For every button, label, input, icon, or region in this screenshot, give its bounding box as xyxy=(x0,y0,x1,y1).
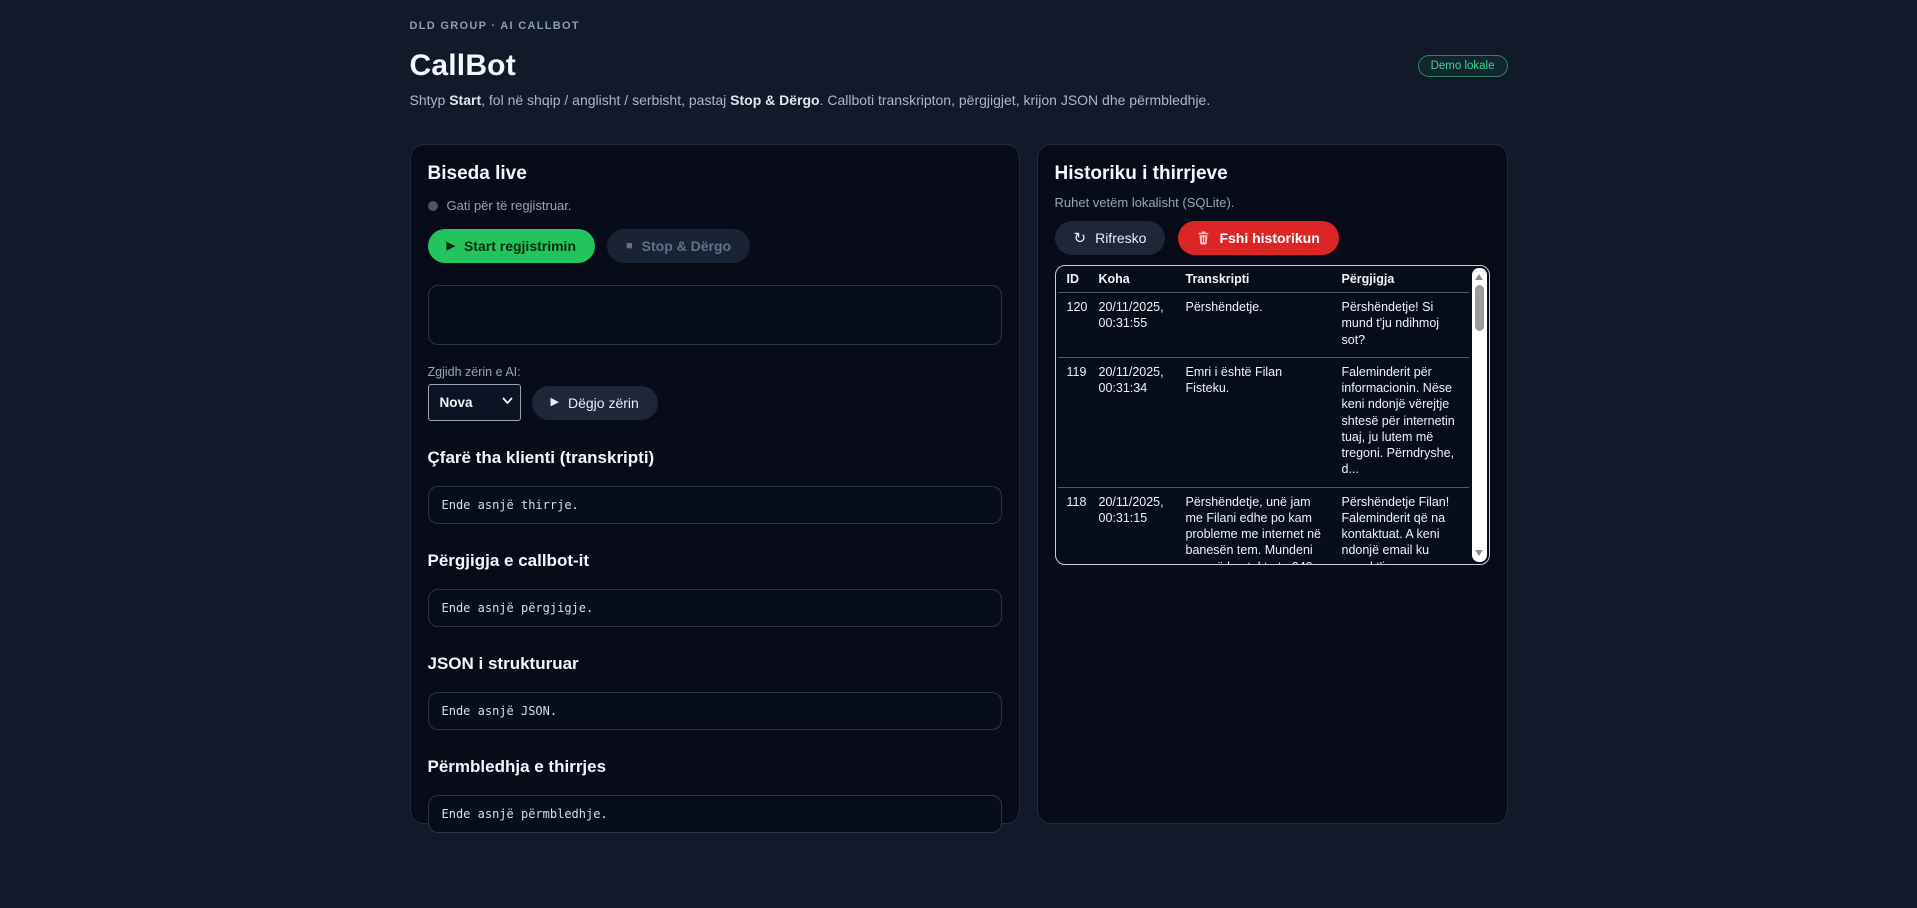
play-icon: ▶ xyxy=(447,241,455,252)
clear-history-button[interactable]: Fshi historikun xyxy=(1178,221,1338,255)
cell-response: Përshëndetje! Si mund t'ju ndihmoj sot? xyxy=(1336,293,1469,358)
history-heading: Historiku i thirrjeve xyxy=(1055,163,1490,185)
scrollbar-track[interactable] xyxy=(1472,268,1487,562)
history-table-body: 12020/11/2025, 00:31:55Përshëndetje.Përs… xyxy=(1058,293,1469,566)
cell-time: 20/11/2025, 00:31:15 xyxy=(1093,487,1180,565)
response-box: Ende asnjë përgjigje. xyxy=(428,589,1002,627)
start-recording-button[interactable]: ▶ Start regjistrimin xyxy=(428,229,596,263)
stop-send-button[interactable]: ■ Stop & Dërgo xyxy=(607,229,750,263)
transcript-heading: Çfarë tha klienti (transkripti) xyxy=(428,448,1002,468)
demo-badge: Demo lokale xyxy=(1418,55,1508,77)
cell-response: Përshëndetje Filan! Faleminderit që na k… xyxy=(1336,487,1469,565)
table-header-cell: ID xyxy=(1058,266,1093,293)
subtitle: Shtyp Start, fol në shqip / anglisht / s… xyxy=(410,92,1508,108)
listen-voice-label: Dëgjo zërin xyxy=(568,395,639,411)
stop-send-label: Stop & Dërgo xyxy=(642,238,731,254)
table-row: 11820/11/2025, 00:31:15Përshëndetje, unë… xyxy=(1058,487,1469,565)
live-panel: Biseda live Gati për të regjistruar. ▶ S… xyxy=(410,144,1020,824)
json-box: Ende asnjë JSON. xyxy=(428,692,1002,730)
subtitle-text: , fol në shqip / anglisht / serbisht, pa… xyxy=(481,92,730,108)
status-row: Gati për të regjistruar. xyxy=(428,198,1002,213)
subtitle-emphasis: Stop & Dërgo xyxy=(730,92,819,108)
history-button-row: ↻ Rifresko Fshi historikun xyxy=(1055,221,1490,255)
breadcrumb: DLD GROUP · AI CALLBOT xyxy=(410,20,1508,32)
voice-select-label: Zgjidh zërin e AI: xyxy=(428,365,1002,379)
summary-placeholder: Ende asnjë përmbledhje. xyxy=(442,807,608,821)
cell-time: 20/11/2025, 00:31:34 xyxy=(1093,357,1180,487)
json-heading: JSON i strukturuar xyxy=(428,654,1002,674)
page: DLD GROUP · AI CALLBOT CallBot Demo loka… xyxy=(410,0,1508,824)
history-table: IDKohaTranskriptiPërgjigja 12020/11/2025… xyxy=(1058,266,1469,565)
table-row: 12020/11/2025, 00:31:55Përshëndetje.Përs… xyxy=(1058,293,1469,358)
subtitle-text: Shtyp xyxy=(410,92,450,108)
status-dot-icon xyxy=(428,201,438,211)
live-button-row: ▶ Start regjistrimin ■ Stop & Dërgo xyxy=(428,229,1002,263)
start-recording-label: Start regjistrimin xyxy=(464,238,576,254)
response-heading: Përgjigja e callbot-it xyxy=(428,551,1002,571)
listen-voice-button[interactable]: ▶ Dëgjo zërin xyxy=(532,386,658,420)
cell-transcript: Përshëndetje. xyxy=(1180,293,1336,358)
page-title: CallBot xyxy=(410,49,516,83)
summary-box: Ende asnjë përmbledhje. xyxy=(428,795,1002,833)
refresh-button[interactable]: ↻ Rifresko xyxy=(1055,221,1166,255)
table-header-cell: Përgjigja xyxy=(1336,266,1469,293)
voice-row: Nova ▶ Dëgjo zërin xyxy=(428,384,1002,421)
cell-transcript: Emri i është Filan Fisteku. xyxy=(1180,357,1336,487)
trash-icon xyxy=(1197,231,1210,245)
cell-id: 119 xyxy=(1058,357,1093,487)
summary-heading: Përmbledhja e thirrjes xyxy=(428,757,1002,777)
scrollbar-down-arrow[interactable] xyxy=(1475,550,1483,556)
table-header-cell: Transkripti xyxy=(1180,266,1336,293)
cell-time: 20/11/2025, 00:31:55 xyxy=(1093,293,1180,358)
history-table-container: IDKohaTranskriptiPërgjigja 12020/11/2025… xyxy=(1055,265,1490,565)
transcript-box: Ende asnjë thirrje. xyxy=(428,486,1002,524)
refresh-label: Rifresko xyxy=(1095,230,1146,246)
table-row: 11920/11/2025, 00:31:34Emri i është Fila… xyxy=(1058,357,1469,487)
subtitle-emphasis: Start xyxy=(449,92,481,108)
subtitle-text: . Callboti transkripton, përgjigjet, kri… xyxy=(820,92,1211,108)
clear-history-label: Fshi historikun xyxy=(1219,230,1319,246)
transcript-placeholder: Ende asnjë thirrje. xyxy=(442,498,579,512)
status-text: Gati për të regjistruar. xyxy=(447,198,572,213)
voice-select[interactable]: Nova xyxy=(428,384,521,421)
voice-select-wrap: Nova xyxy=(428,384,521,421)
main-columns: Biseda live Gati për të regjistruar. ▶ S… xyxy=(410,144,1508,824)
play-icon: ▶ xyxy=(551,397,559,408)
history-panel: Historiku i thirrjeve Ruhet vetëm lokali… xyxy=(1037,144,1508,824)
scrollbar-thumb[interactable] xyxy=(1475,285,1484,331)
cell-transcript: Përshëndetje, unë jam me Filani edhe po … xyxy=(1180,487,1336,565)
history-subtitle: Ruhet vetëm lokalisht (SQLite). xyxy=(1055,195,1490,210)
conversation-log-box xyxy=(428,285,1002,345)
title-row: CallBot Demo lokale xyxy=(410,49,1508,83)
table-header-cell: Koha xyxy=(1093,266,1180,293)
cell-id: 120 xyxy=(1058,293,1093,358)
table-header-row: IDKohaTranskriptiPërgjigja xyxy=(1058,266,1469,293)
stop-icon: ■ xyxy=(626,241,633,252)
json-placeholder: Ende asnjë JSON. xyxy=(442,704,558,718)
cell-id: 118 xyxy=(1058,487,1093,565)
response-placeholder: Ende asnjë përgjigje. xyxy=(442,601,594,615)
live-heading: Biseda live xyxy=(428,163,1002,185)
cell-response: Faleminderit për informacionin. Nëse ken… xyxy=(1336,357,1469,487)
scrollbar-up-arrow[interactable] xyxy=(1475,274,1483,280)
refresh-icon: ↻ xyxy=(1074,231,1087,246)
